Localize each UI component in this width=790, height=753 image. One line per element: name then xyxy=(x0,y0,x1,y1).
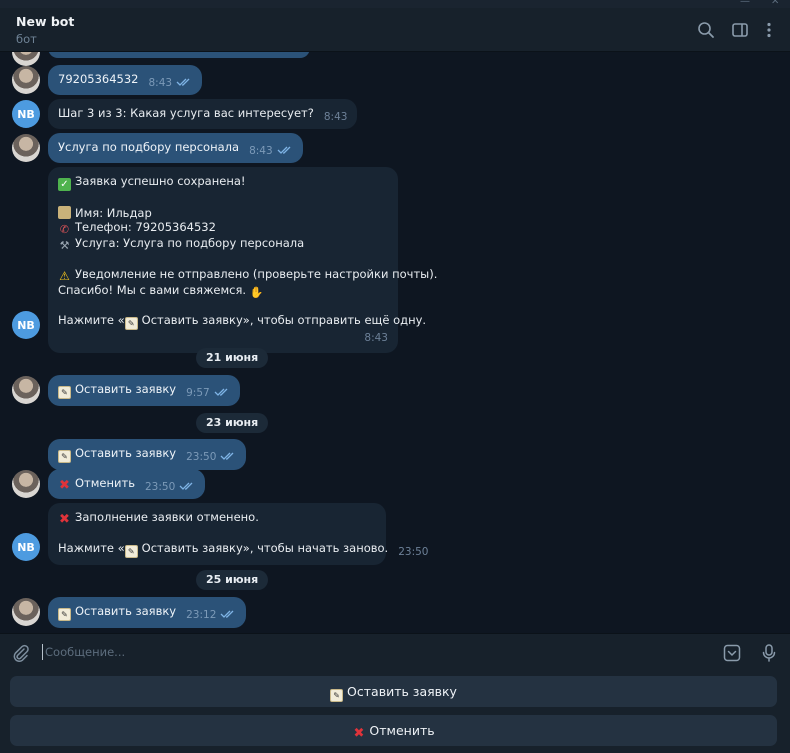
user-avatar[interactable] xyxy=(12,66,40,94)
message-time: 8:43 xyxy=(148,77,173,89)
message-text: Отменить xyxy=(75,476,135,490)
close-button[interactable]: ✕ xyxy=(771,0,779,7)
read-receipt-icon xyxy=(277,146,291,154)
message-time: 8:43 xyxy=(323,111,348,123)
cross-mark-icon: ✖ xyxy=(59,478,70,493)
message-line: Спасибо! Мы с вами свяжемся. ✋ xyxy=(58,282,264,299)
bot-keyboard: ✎ Оставить заявку ✖ Отменить xyxy=(0,671,790,753)
message-list[interactable]: 79205364532 8:43 NB Шаг 3 из 3: Какая усл… xyxy=(0,52,790,633)
date-separator: 25 июня xyxy=(196,570,269,590)
message-line: Нажмите «✎ Оставить заявку», чтобы начать… xyxy=(58,540,429,558)
chat-subtitle: бот xyxy=(16,32,37,46)
message-line: ⚠ Уведомление не отправлено (проверьте на… xyxy=(59,266,438,283)
keyboard-icon[interactable] xyxy=(722,643,742,663)
phone-icon: ✆ xyxy=(59,223,70,236)
minimize-button[interactable]: — xyxy=(740,0,750,7)
message-text: 79205364532 xyxy=(58,72,139,86)
search-icon[interactable] xyxy=(696,20,716,40)
memo-icon: ✎ xyxy=(330,689,344,702)
user-avatar[interactable] xyxy=(12,52,40,66)
warning-icon: ⚠ xyxy=(59,268,70,283)
date-separator: 23 июня xyxy=(196,413,269,433)
message-time: 8:43 xyxy=(364,332,388,344)
message-bubble-outgoing[interactable]: 79205364532 8:43 xyxy=(48,65,203,95)
date-separator: 21 июня xyxy=(196,348,269,368)
read-receipt-icon xyxy=(176,78,190,86)
message-time: 23:50 xyxy=(398,545,429,558)
message-line: ✖ Заполнение заявки отменено. xyxy=(59,510,259,527)
microphone-icon[interactable] xyxy=(759,643,779,663)
message-time: 9:57 xyxy=(186,387,210,399)
message-bubble-outgoing[interactable]: Услуга по подбору персонала 8:43 xyxy=(48,133,303,163)
message-text: Услуга по подбору персонала xyxy=(58,140,240,154)
more-vertical-icon[interactable] xyxy=(759,20,779,40)
message-time: 23:50 xyxy=(144,481,176,493)
read-receipt-icon xyxy=(179,482,193,490)
message-line: ✓ Заявка успешно сохранена! xyxy=(58,174,388,191)
message-time: 8:43 xyxy=(249,145,273,157)
chat-title[interactable]: New bot xyxy=(16,14,74,29)
user-avatar[interactable] xyxy=(12,598,40,626)
message-bubble-incoming[interactable]: ✓ Заявка успешно сохранена! Имя: Ильдар ✆… xyxy=(48,167,438,353)
user-avatar[interactable] xyxy=(12,134,40,162)
message-composer: Сообщение... xyxy=(0,633,790,671)
message-bubble-outgoing[interactable]: ✎ Оставить заявку 9:57 xyxy=(48,375,240,406)
check-mark-icon: ✓ xyxy=(58,178,71,191)
message-line: ⚒ Услуга: Услуга по подбору персонала xyxy=(59,236,305,252)
read-receipt-icon xyxy=(220,610,234,618)
message-time: 23:12 xyxy=(186,609,217,621)
message-input[interactable]: Сообщение... xyxy=(42,644,125,660)
message-text: Оставить заявку xyxy=(75,446,177,460)
memo-icon: ✎ xyxy=(124,317,138,330)
message-line: Нажмите «✎ Оставить заявку», чтобы отправ… xyxy=(58,313,427,330)
message-line: ✆ Телефон: 79205364532 xyxy=(59,220,216,236)
window-titlebar: — ✕ xyxy=(0,0,790,8)
user-avatar[interactable] xyxy=(12,470,40,498)
leave-request-button[interactable]: ✎ Оставить заявку xyxy=(10,676,777,707)
read-receipt-icon xyxy=(214,388,228,396)
wrench-icon: ⚒ xyxy=(59,239,70,252)
read-receipt-icon xyxy=(220,452,234,460)
memo-icon: ✎ xyxy=(58,386,71,399)
message-bubble-incoming[interactable]: Шаг 3 из 3: Какая услуга вас интересует?… xyxy=(48,99,358,129)
paperclip-icon[interactable] xyxy=(11,643,31,663)
bot-avatar[interactable]: NB xyxy=(12,311,40,339)
cross-mark-icon: ✖ xyxy=(353,726,365,741)
message-line: Имя: Ильдар xyxy=(58,205,388,221)
sidebar-toggle-icon[interactable] xyxy=(730,20,750,40)
clipboard-icon xyxy=(58,205,71,219)
chat-header[interactable]: New bot бот xyxy=(0,8,790,52)
message-text: Оставить заявку xyxy=(75,604,177,618)
user-avatar[interactable] xyxy=(12,376,40,404)
bot-avatar[interactable]: NB xyxy=(12,533,40,561)
message-text: Шаг 3 из 3: Какая услуга вас интересует? xyxy=(58,106,314,120)
memo-icon: ✎ xyxy=(58,450,71,463)
message-bubble-partial[interactable] xyxy=(48,52,310,58)
message-bubble-incoming[interactable]: ✖ Заполнение заявки отменено. Нажмите «✎ О… xyxy=(48,503,429,565)
message-time: 23:50 xyxy=(186,451,217,463)
memo-icon: ✎ xyxy=(58,608,71,621)
cross-mark-icon: ✖ xyxy=(59,512,70,527)
bot-avatar[interactable]: NB xyxy=(12,100,40,128)
message-bubble-outgoing[interactable]: ✎ Оставить заявку 23:12 xyxy=(48,597,247,628)
cancel-button[interactable]: ✖ Отменить xyxy=(10,715,777,746)
memo-icon: ✎ xyxy=(124,544,138,558)
message-bubble-outgoing[interactable]: ✎ Оставить заявку 23:50 xyxy=(48,439,247,470)
folded-hands-icon: ✋ xyxy=(249,285,264,299)
message-text: Оставить заявку xyxy=(75,382,177,396)
message-bubble-outgoing[interactable]: ✖ Отменить 23:50 xyxy=(48,469,206,499)
